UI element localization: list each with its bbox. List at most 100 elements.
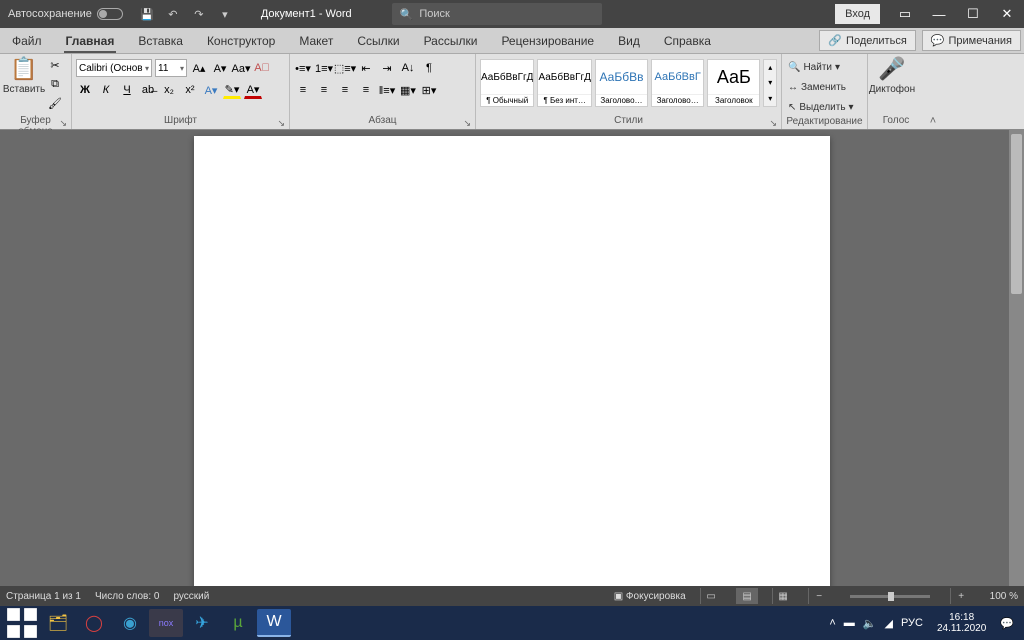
zoom-level[interactable]: 100 % xyxy=(990,591,1018,602)
align-right-icon[interactable]: ≡ xyxy=(336,81,354,99)
qat-customize-icon[interactable]: ▾ xyxy=(217,6,233,22)
share-button[interactable]: 🔗 Поделиться xyxy=(819,30,915,51)
clear-formatting-icon[interactable]: A⃠ xyxy=(253,59,271,77)
comments-button[interactable]: 💬 Примечания xyxy=(922,30,1021,51)
collapse-ribbon-icon[interactable]: ˄ xyxy=(930,115,936,127)
paragraph-launcher-icon[interactable]: ↘ xyxy=(463,118,471,129)
sort-icon[interactable]: A↓ xyxy=(399,59,417,77)
taskbar-nox-icon[interactable]: nox xyxy=(149,609,183,637)
minimize-icon[interactable]: — xyxy=(922,0,956,28)
tab-mailings[interactable]: Рассылки xyxy=(412,28,490,53)
line-spacing-icon[interactable]: ‖≡▾ xyxy=(378,81,396,99)
tab-insert[interactable]: Вставка xyxy=(126,28,195,53)
style-no-spacing[interactable]: АаБбВвГгД¶ Без инт… xyxy=(537,59,591,107)
tray-clock[interactable]: 16:18 24.11.2020 xyxy=(931,612,992,634)
font-launcher-icon[interactable]: ↘ xyxy=(277,118,285,129)
cut-icon[interactable]: ✂ xyxy=(46,56,64,74)
web-layout-icon[interactable]: ▦ xyxy=(772,588,794,604)
tab-help[interactable]: Справка xyxy=(652,28,723,53)
bold-button[interactable]: Ж xyxy=(76,81,94,99)
tray-wifi-icon[interactable]: ◢ xyxy=(884,617,892,630)
print-layout-icon[interactable]: ▤ xyxy=(736,588,758,604)
read-mode-icon[interactable]: ▭ xyxy=(700,588,722,604)
multilevel-icon[interactable]: ⬚≡▾ xyxy=(336,59,354,77)
tab-references[interactable]: Ссылки xyxy=(345,28,411,53)
style-title[interactable]: АаБЗаголовок xyxy=(707,59,760,107)
borders-icon[interactable]: ⊞▾ xyxy=(420,81,438,99)
increase-indent-icon[interactable]: ⇥ xyxy=(378,59,396,77)
save-icon[interactable]: 💾 xyxy=(139,6,155,22)
close-icon[interactable]: ✕ xyxy=(990,0,1024,28)
vertical-scrollbar[interactable] xyxy=(1009,130,1024,586)
search-box[interactable]: 🔍 Поиск xyxy=(392,3,602,25)
document-page[interactable] xyxy=(194,136,830,586)
font-name-combo[interactable]: Calibri (Основ▾ xyxy=(76,59,152,77)
tab-file[interactable]: Файл xyxy=(0,28,54,53)
status-words[interactable]: Число слов: 0 xyxy=(95,591,159,602)
justify-icon[interactable]: ≡ xyxy=(357,81,375,99)
taskbar-explorer-icon[interactable]: 🗂 xyxy=(41,609,75,637)
taskbar-edge-icon[interactable]: ◉ xyxy=(113,609,147,637)
align-center-icon[interactable]: ≡ xyxy=(315,81,333,99)
tray-notifications-icon[interactable]: 💬 xyxy=(1000,617,1014,630)
tray-volume-icon[interactable]: 🔈 xyxy=(863,617,877,630)
ribbon-display-icon[interactable]: ▭ xyxy=(888,0,922,28)
document-workspace[interactable] xyxy=(0,130,1024,586)
styles-launcher-icon[interactable]: ↘ xyxy=(769,118,777,129)
tray-language[interactable]: РУС xyxy=(901,617,923,629)
login-button[interactable]: Вход xyxy=(835,4,880,24)
taskbar-word-icon[interactable]: W xyxy=(257,609,291,637)
taskbar-opera-icon[interactable]: ◯ xyxy=(77,609,111,637)
superscript-icon[interactable]: x² xyxy=(181,81,199,99)
replace-button[interactable]: ↔ Заменить xyxy=(786,78,863,96)
italic-button[interactable]: К xyxy=(97,81,115,99)
decrease-indent-icon[interactable]: ⇤ xyxy=(357,59,375,77)
tab-layout[interactable]: Макет xyxy=(287,28,345,53)
dictate-button[interactable]: 🎤 Диктофон xyxy=(872,56,912,115)
numbering-icon[interactable]: 1≡▾ xyxy=(315,59,333,77)
status-language[interactable]: русский xyxy=(173,591,209,602)
underline-button[interactable]: Ч xyxy=(118,81,136,99)
maximize-icon[interactable]: ☐ xyxy=(956,0,990,28)
shrink-font-icon[interactable]: A▾ xyxy=(211,59,229,77)
style-heading1[interactable]: АаБбВвЗаголово… xyxy=(595,59,648,107)
tray-network-icon[interactable]: ▬ xyxy=(844,617,855,629)
paste-button[interactable]: 📋 Вставить xyxy=(4,56,44,115)
zoom-out-icon[interactable]: − xyxy=(808,588,830,604)
zoom-slider[interactable] xyxy=(850,595,930,598)
tab-view[interactable]: Вид xyxy=(606,28,652,53)
bullets-icon[interactable]: •≡▾ xyxy=(294,59,312,77)
taskbar-utorrent-icon[interactable]: µ xyxy=(221,609,255,637)
tray-chevron-icon[interactable]: ˄ xyxy=(829,617,835,629)
subscript-icon[interactable]: x₂ xyxy=(160,81,178,99)
change-case-icon[interactable]: Aa▾ xyxy=(232,59,250,77)
highlight-icon[interactable]: ✎▾ xyxy=(223,81,241,99)
style-heading2[interactable]: АаБбВвГЗаголово… xyxy=(651,59,704,107)
start-button[interactable] xyxy=(4,606,40,640)
format-painter-icon[interactable]: 🖌 xyxy=(46,94,64,112)
redo-icon[interactable]: ↷ xyxy=(191,6,207,22)
shading-icon[interactable]: ▦▾ xyxy=(399,81,417,99)
undo-icon[interactable]: ↶ xyxy=(165,6,181,22)
align-left-icon[interactable]: ≡ xyxy=(294,81,312,99)
grow-font-icon[interactable]: A▴ xyxy=(190,59,208,77)
scroll-thumb[interactable] xyxy=(1011,134,1022,294)
tab-review[interactable]: Рецензирование xyxy=(489,28,606,53)
font-color-icon[interactable]: A▾ xyxy=(244,81,262,99)
select-button[interactable]: ↖ Выделить ▾ xyxy=(786,98,863,116)
style-normal[interactable]: АаБбВвГгД¶ Обычный xyxy=(480,59,534,107)
status-page[interactable]: Страница 1 из 1 xyxy=(6,591,81,602)
focus-mode-button[interactable]: ▣ Фокусировка xyxy=(614,591,686,602)
text-effects-icon[interactable]: A▾ xyxy=(202,81,220,99)
autosave-toggle[interactable]: Автосохранение xyxy=(0,8,131,20)
taskbar-telegram-icon[interactable]: ✈ xyxy=(185,609,219,637)
tab-design[interactable]: Конструктор xyxy=(195,28,287,53)
copy-icon[interactable]: ⧉ xyxy=(46,75,64,93)
tab-home[interactable]: Главная xyxy=(54,28,127,53)
zoom-in-icon[interactable]: + xyxy=(950,588,972,604)
font-size-combo[interactable]: 11▾ xyxy=(155,59,187,77)
strikethrough-icon[interactable]: ab̶ xyxy=(139,81,157,99)
find-button[interactable]: 🔍 Найти ▾ xyxy=(786,58,863,76)
show-marks-icon[interactable]: ¶ xyxy=(420,59,438,77)
styles-more-icon[interactable]: ▴▾▾ xyxy=(763,59,777,107)
